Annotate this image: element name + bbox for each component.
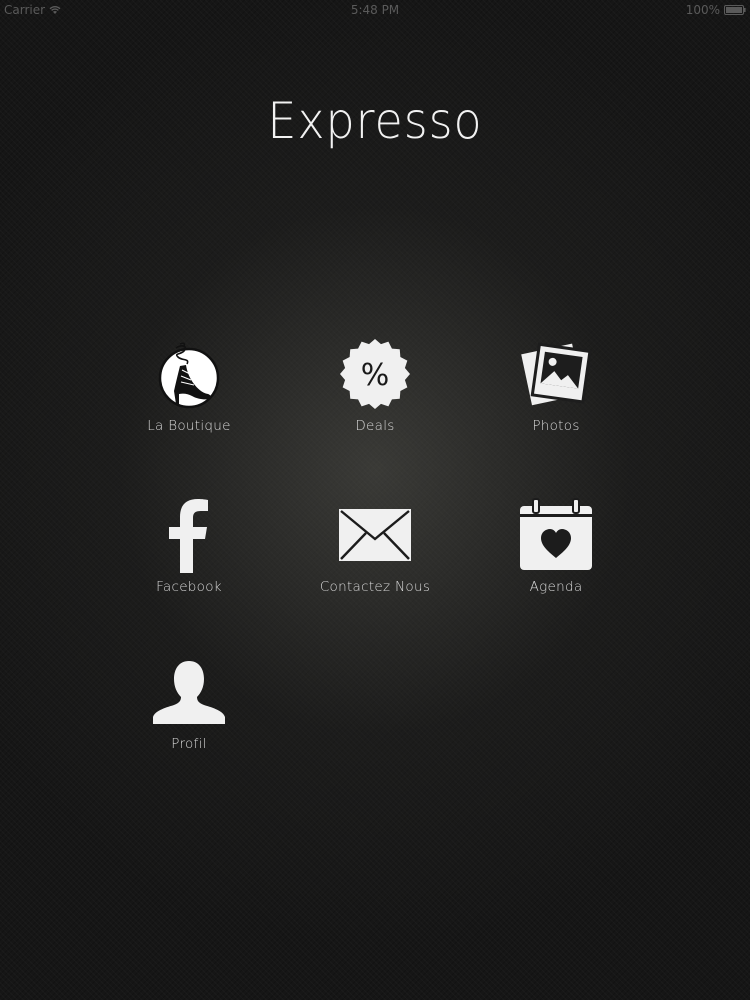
menu-item-agenda[interactable]: Agenda: [466, 495, 646, 605]
facebook-label: Facebook: [156, 579, 222, 595]
app-title: Expresso: [267, 92, 483, 150]
high-heel-shoe-icon: [158, 342, 220, 409]
status-bar: Carrier 5:48 PM 100%: [0, 0, 750, 22]
deals-icon-wrap: %: [335, 334, 415, 414]
menu-item-photos[interactable]: Photos: [466, 334, 646, 444]
agenda-label: Agenda: [529, 579, 583, 595]
menu-item-contactez-nous[interactable]: Contactez Nous: [285, 495, 465, 605]
menu-item-facebook[interactable]: Facebook: [99, 495, 279, 605]
menu-item-deals[interactable]: % Deals: [285, 334, 465, 444]
agenda-icon-wrap: [516, 495, 596, 575]
la-boutique-icon-wrap: [149, 334, 229, 414]
profil-label: Profil: [171, 736, 207, 752]
status-time: 5:48 PM: [350, 3, 400, 17]
envelope-icon: [339, 509, 411, 561]
menu-item-profil[interactable]: Profil: [99, 652, 279, 762]
deals-label: Deals: [355, 418, 395, 434]
status-battery: 100%: [686, 3, 746, 17]
percent-badge-icon: %: [340, 339, 410, 409]
user-silhouette-icon: [153, 661, 225, 724]
photos-label: Photos: [532, 418, 580, 434]
svg-text:%: %: [361, 358, 390, 393]
menu-item-la-boutique[interactable]: La Boutique: [99, 334, 279, 444]
facebook-icon-wrap: [149, 495, 229, 575]
contactez-nous-label: Contactez Nous: [319, 579, 431, 595]
photos-icon-wrap: [516, 334, 596, 414]
battery-icon: [724, 5, 746, 15]
photo-stack-icon: [521, 342, 592, 406]
profil-icon-wrap: [149, 652, 229, 732]
facebook-icon: [169, 499, 208, 573]
contactez-nous-icon-wrap: [335, 495, 415, 575]
calendar-heart-icon: [520, 498, 592, 570]
battery-percent: 100%: [685, 3, 720, 17]
la-boutique-label: La Boutique: [147, 418, 231, 434]
